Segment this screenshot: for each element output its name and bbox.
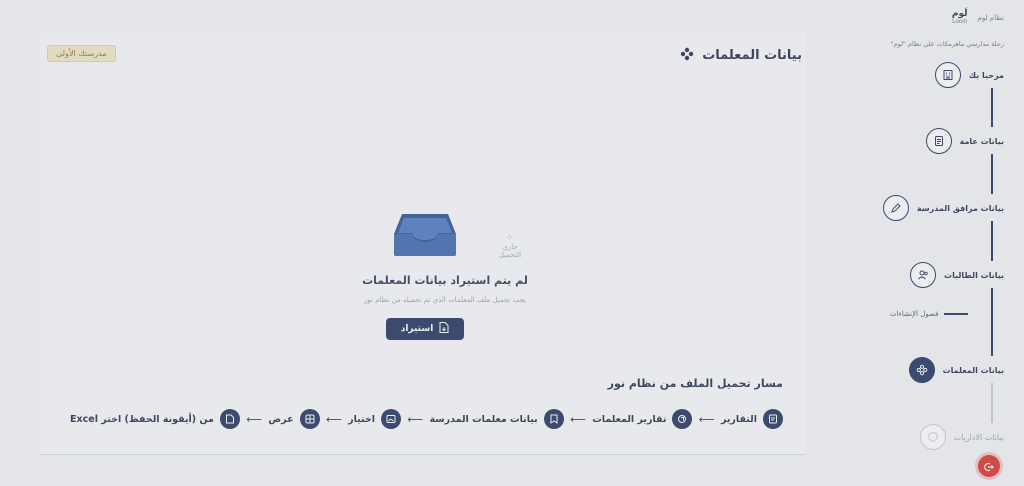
grid-icon [299,409,320,429]
empty-state-title: لم يتم استيراد بيانات المعلمات [362,274,528,287]
logout-button[interactable] [978,455,1000,477]
timeline-connector [991,288,993,356]
upload-path-title: مسار تحميل الملف من نظام نور [607,377,783,390]
image-icon [381,409,402,429]
empty-state-subtitle: يجب تحميل ملف المعلمات الذي تم تحميله من… [364,296,526,304]
shield-icon [919,424,946,450]
import-button[interactable]: استيراد [386,318,464,340]
system-label: نظام لوم [977,14,1004,22]
main-panel: مدرستك الأولى بيانات المعلمات ⁘ جاري الت… [40,32,805,455]
import-button-label: استيراد [400,324,434,334]
sidebar-item-school-facilities[interactable]: بيانات مرافق المدرسة [882,195,1004,221]
path-step-view: عرض [268,409,320,429]
loading-indicator: ⁘ جاري التحميل [492,233,528,259]
sidebar-subitem[interactable]: فصول الإنشاءات [890,310,969,318]
import-file-icon [439,322,449,336]
id-badge-icon [543,409,564,429]
pencil-icon [882,195,909,221]
timeline-connector [991,154,993,194]
timeline-connector [991,383,993,423]
logout-icon [984,457,994,476]
path-step-label: تقارير المعلمات [592,413,667,425]
left-arrow-icon: ⟵ [570,412,586,426]
page-title: بيانات المعلمات [702,48,802,63]
sidebar-item-students[interactable]: بيانات الطالبات [910,262,1004,288]
network-icon [680,46,694,65]
left-arrow-icon: ⟵ [407,412,424,426]
left-arrow-icon: ⟵ [325,412,342,426]
empty-inbox-icon [392,212,458,262]
path-step-label: من (أيقونة الحفظ) اختر Excel [70,413,214,425]
loading-text: جاري التحميل [498,243,522,259]
users-icon [910,262,937,288]
spinner-icon: ⁘ [505,233,515,243]
sidebar-item-teachers[interactable]: بيانات المعلمات [908,357,1004,383]
page-header: بيانات المعلمات [680,46,802,65]
timeline-connector [991,88,993,127]
sidebar-item-general-data[interactable]: بيانات عامة [925,128,1004,154]
network-icon [908,357,935,383]
path-step-select: اختيار [348,409,402,429]
copy-icon [672,409,693,429]
school-badge[interactable]: مدرستك الأولى [47,45,116,62]
timeline-connector [991,221,993,261]
logo[interactable]: لَوم Loom [952,10,968,26]
breadcrumb: رحلة مدارسي ماهرمكات على نظام "لوم" [890,40,1004,48]
path-step-label: التقارير [720,413,757,425]
document-icon [925,128,952,154]
sidebar-item-administrators[interactable]: بيانات الاداريات [919,424,1004,450]
path-step-label: بيانات معلمات المدرسة [429,413,538,425]
report-icon [763,409,783,429]
sub-item-dash [944,313,969,315]
path-step-teacher-reports: تقارير المعلمات [592,409,693,429]
sidebar: نظام لوم لَوم Loom رحلة مدارسي ماهرمكات … [860,0,1024,486]
building-icon [934,62,961,88]
path-step-school-teachers-data: بيانات معلمات المدرسة [430,409,564,429]
left-arrow-icon: ⟵ [246,412,263,426]
left-arrow-icon: ⟵ [698,412,715,426]
brand: نظام لوم لَوم Loom [952,10,1004,26]
file-icon [219,409,240,429]
sidebar-item-welcome[interactable]: مرحبا بك [934,62,1004,88]
path-step-label: عرض [268,413,294,425]
upload-path-steps: التقارير ⟵ تقارير المعلمات ⟵ بيانات معلم… [70,409,783,429]
path-step-save-excel: من (أيقونة الحفظ) اختر Excel [70,409,240,429]
path-step-reports: التقارير [721,409,783,429]
path-step-label: اختيار [348,413,376,425]
